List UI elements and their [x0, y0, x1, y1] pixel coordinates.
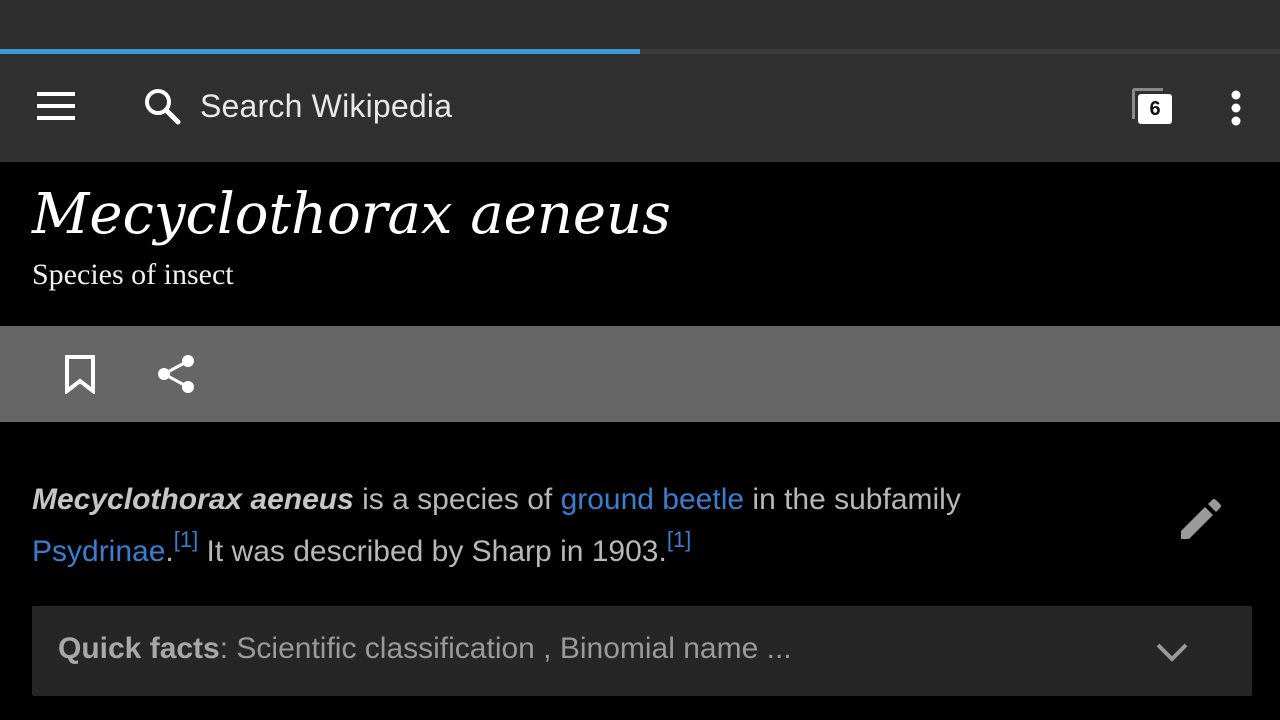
link-psydrinae[interactable]: Psydrinae [32, 535, 165, 568]
more-vert-icon [1231, 90, 1241, 126]
lead-text: is a species of [353, 483, 561, 516]
link-ground-beetle[interactable]: ground beetle [561, 483, 745, 516]
reference-link[interactable]: [1] [667, 527, 691, 552]
pencil-icon [1181, 499, 1221, 539]
lead-text: . [165, 535, 174, 568]
share-icon [158, 355, 194, 393]
search-input[interactable]: Search Wikipedia [140, 80, 740, 132]
status-bar [0, 0, 1280, 50]
top-toolbar: Search Wikipedia 6 [0, 54, 1280, 162]
lead-text: in the subfamily [744, 483, 961, 516]
article-header: Mecyclothorax aeneus Species of insect [0, 162, 1280, 326]
lead-bold-name: Mecyclothorax aeneus [32, 483, 354, 516]
quick-facts-label: Quick facts [58, 632, 220, 665]
page-subtitle: Species of insect [32, 258, 234, 291]
overflow-menu-button[interactable] [1212, 82, 1260, 134]
save-bookmark-button[interactable] [56, 350, 104, 398]
bookmark-icon [65, 355, 95, 394]
lead-paragraph: Mecyclothorax aeneus is a species of gro… [32, 474, 1112, 578]
article-action-bar [0, 326, 1280, 422]
menu-button[interactable] [24, 84, 88, 128]
tabs-button[interactable]: 6 [1124, 82, 1180, 134]
menu-icon [37, 92, 75, 120]
quick-facts-summary: : Scientific classification , Binomial n… [219, 632, 792, 665]
quick-facts-panel[interactable]: Quick facts: Scientific classification ,… [32, 606, 1252, 696]
search-placeholder: Search Wikipedia [200, 87, 453, 124]
page-title: Mecyclothorax aeneus [32, 182, 671, 247]
reference-link[interactable]: [1] [174, 527, 198, 552]
tab-count-badge: 6 [1138, 94, 1172, 124]
quick-facts-text: Quick facts: Scientific classification ,… [58, 632, 792, 666]
search-icon [140, 84, 184, 128]
share-button[interactable] [152, 350, 200, 398]
edit-section-button[interactable] [1172, 492, 1228, 548]
chevron-down-icon [1150, 632, 1194, 672]
lead-text: It was described by Sharp in 1903. [198, 535, 667, 568]
article-content: Mecyclothorax aeneus is a species of gro… [0, 422, 1280, 720]
